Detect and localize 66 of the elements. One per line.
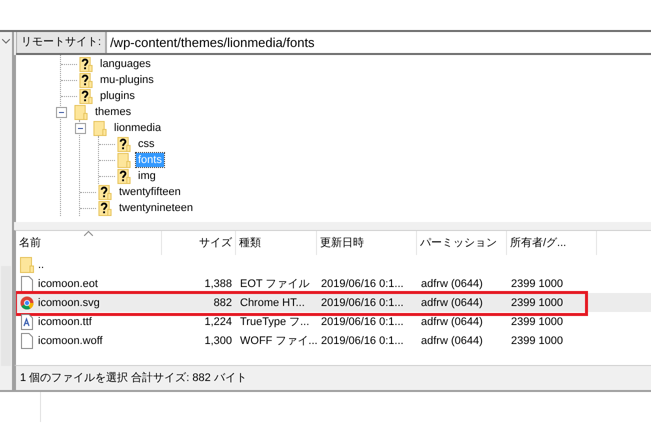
folder-icon	[117, 152, 131, 168]
table-cell: 2019/06/16 0:1...	[321, 278, 404, 290]
tree-item[interactable]: lionmedia	[112, 121, 164, 135]
tree-item[interactable]: twentynineteen	[117, 201, 195, 215]
table-cell: 2399 1000	[511, 296, 563, 308]
file-icon	[20, 276, 34, 292]
folder-icon	[93, 120, 107, 136]
table-cell-text: WOFF ファイ...	[240, 334, 318, 348]
scrollbar[interactable]	[1, 266, 11, 366]
table-cell: 882	[214, 296, 232, 308]
table-cell: 2019/06/16 0:1...	[321, 316, 404, 328]
table-cell: 2019/06/16 0:1...	[321, 296, 404, 308]
file-icon	[20, 332, 34, 348]
table-cell: adfrw (0644)	[421, 334, 483, 346]
question-folder-icon	[79, 72, 93, 88]
tree-item[interactable]: plugins	[98, 89, 137, 103]
file-row[interactable]: icomoon.eot 1,388 EOT ファイル 2019/06/16 0:1... adfrw (0644) 2399 1000	[16, 274, 651, 293]
collapse-icon[interactable]	[56, 106, 67, 118]
column-header[interactable]: 名前	[16, 231, 162, 255]
question-folder-icon	[117, 168, 131, 184]
question-folder-icon	[98, 200, 112, 216]
tree-item[interactable]: themes	[93, 105, 134, 119]
table-cell: 2399 1000	[511, 334, 563, 346]
dropdown-caret-icon[interactable]	[2, 39, 10, 44]
path-field[interactable]: /wp-content/themes/lionmedia/fonts	[106, 32, 651, 53]
file-name: icomoon.woff	[38, 334, 103, 346]
tree-item[interactable]: twentyfifteen	[117, 185, 183, 199]
table-cell: adfrw (0644)	[421, 278, 483, 290]
tree-item[interactable]: img	[136, 169, 158, 183]
table-cell: 2399 1000	[511, 316, 563, 328]
table-cell: 2399 1000	[511, 278, 563, 290]
table-cell: 1,388	[204, 278, 232, 290]
table-cell: Chrome HT...	[240, 296, 305, 308]
table-cell-text: TrueType フ...	[240, 315, 310, 329]
table-cell: 1,224	[204, 316, 232, 328]
browser-file-icon	[20, 294, 34, 310]
column-header[interactable]: サイズ	[162, 231, 236, 255]
table-cell: adfrw (0644)	[421, 296, 483, 308]
file-row[interactable]: icomoon.woff 1,300 WOFF ファイ... 2019/06/16 0:1... adfrw (0644) 2399 1000	[16, 331, 651, 350]
column-header[interactable]: 種類	[236, 231, 317, 255]
column-header[interactable]: パーミッション	[417, 231, 507, 255]
table-cell-text: EOT ファイル	[240, 277, 310, 291]
question-folder-icon	[79, 88, 93, 104]
table-cell: 2019/06/16 0:1...	[321, 334, 404, 346]
column-header[interactable]: 更新日時	[317, 231, 417, 255]
tree-item[interactable]: css	[136, 137, 156, 151]
remote-site-label: リモートサイト:	[16, 32, 106, 53]
tree-item[interactable]: mu-plugins	[98, 73, 156, 87]
file-name: icomoon.svg	[38, 296, 100, 308]
file-name: ..	[38, 258, 44, 270]
question-folder-icon	[98, 184, 112, 200]
column-header[interactable]: 所有者/グ...	[507, 231, 597, 255]
file-row[interactable]: ..	[16, 255, 651, 274]
question-folder-icon	[79, 56, 93, 72]
table-cell: 1,300	[204, 334, 232, 346]
font-file-icon	[20, 314, 34, 330]
folder-icon	[74, 104, 88, 120]
sort-caret-icon	[84, 231, 93, 236]
tree-item[interactable]: languages	[98, 57, 153, 71]
file-name: icomoon.eot	[38, 278, 98, 290]
folder-icon	[20, 256, 34, 272]
file-name: icomoon.ttf	[38, 316, 92, 328]
question-folder-icon	[117, 136, 131, 152]
file-row[interactable]: icomoon.ttf 1,224 TrueType フ... 2019/06/16 0:1... adfrw (0644) 2399 1000	[16, 312, 651, 331]
collapse-icon[interactable]	[75, 122, 86, 134]
table-cell: adfrw (0644)	[421, 316, 483, 328]
